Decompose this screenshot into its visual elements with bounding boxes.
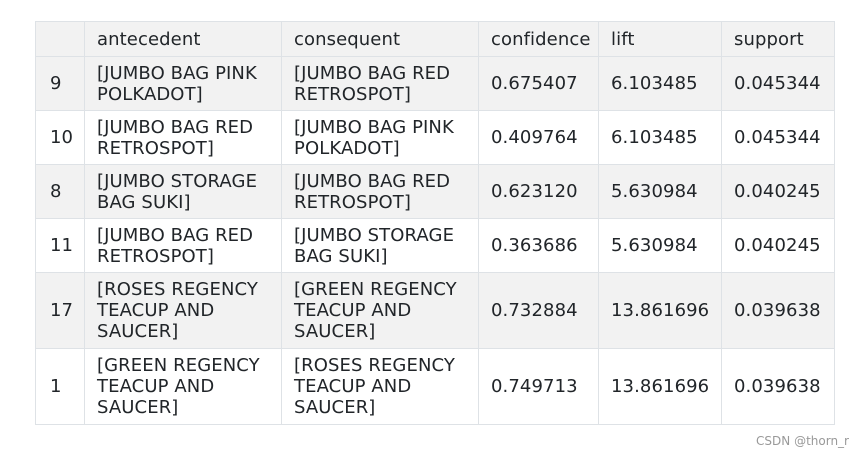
confidence-cell: 0.363686 (478, 218, 599, 273)
consequent-cell: [JUMBO BAG RED RETROSPOT] (281, 164, 479, 219)
row-index: 9 (35, 56, 85, 111)
table-row: 8 [JUMBO STORAGE BAG SUKI] [JUMBO BAG RE… (35, 164, 835, 219)
lift-cell: 5.630984 (598, 218, 722, 273)
column-header-index (35, 21, 85, 57)
lift-cell: 13.861696 (598, 348, 722, 425)
consequent-cell: [ROSES REGENCY TEACUP AND SAUCER] (281, 348, 479, 425)
support-cell: 0.045344 (721, 110, 835, 165)
consequent-cell: [GREEN REGENCY TEACUP AND SAUCER] (281, 272, 479, 349)
confidence-cell: 0.623120 (478, 164, 599, 219)
lift-cell: 6.103485 (598, 56, 722, 111)
support-cell: 0.040245 (721, 164, 835, 219)
column-header-confidence: confidence (478, 21, 599, 57)
header-row: antecedent consequent confidence lift su… (35, 21, 835, 57)
confidence-cell: 0.409764 (478, 110, 599, 165)
table-row: 9 [JUMBO BAG PINK POLKADOT] [JUMBO BAG R… (35, 56, 835, 111)
confidence-cell: 0.675407 (478, 56, 599, 111)
table-header: antecedent consequent confidence lift su… (35, 21, 835, 57)
consequent-cell: [JUMBO BAG RED RETROSPOT] (281, 56, 479, 111)
antecedent-cell: [JUMBO BAG RED RETROSPOT] (84, 218, 282, 273)
table-row: 10 [JUMBO BAG RED RETROSPOT] [JUMBO BAG … (35, 110, 835, 165)
support-cell: 0.039638 (721, 348, 835, 425)
consequent-cell: [JUMBO STORAGE BAG SUKI] (281, 218, 479, 273)
confidence-cell: 0.749713 (478, 348, 599, 425)
consequent-cell: [JUMBO BAG PINK POLKADOT] (281, 110, 479, 165)
antecedent-cell: [ROSES REGENCY TEACUP AND SAUCER] (84, 272, 282, 349)
antecedent-cell: [JUMBO STORAGE BAG SUKI] (84, 164, 282, 219)
column-header-consequent: consequent (281, 21, 479, 57)
table-row: 1 [GREEN REGENCY TEACUP AND SAUCER] [ROS… (35, 348, 835, 425)
antecedent-cell: [JUMBO BAG PINK POLKADOT] (84, 56, 282, 111)
row-index: 1 (35, 348, 85, 425)
lift-cell: 6.103485 (598, 110, 722, 165)
lift-cell: 13.861696 (598, 272, 722, 349)
watermark: CSDN @thorn_r (756, 434, 849, 448)
support-cell: 0.039638 (721, 272, 835, 349)
association-rules-table: antecedent consequent confidence lift su… (35, 21, 835, 425)
row-index: 10 (35, 110, 85, 165)
table-body: 9 [JUMBO BAG PINK POLKADOT] [JUMBO BAG R… (35, 56, 835, 425)
table-row: 11 [JUMBO BAG RED RETROSPOT] [JUMBO STOR… (35, 218, 835, 273)
support-cell: 0.040245 (721, 218, 835, 273)
row-index: 17 (35, 272, 85, 349)
column-header-lift: lift (598, 21, 722, 57)
lift-cell: 5.630984 (598, 164, 722, 219)
row-index: 11 (35, 218, 85, 273)
column-header-antecedent: antecedent (84, 21, 282, 57)
column-header-support: support (721, 21, 835, 57)
support-cell: 0.045344 (721, 56, 835, 111)
antecedent-cell: [JUMBO BAG RED RETROSPOT] (84, 110, 282, 165)
table-row: 17 [ROSES REGENCY TEACUP AND SAUCER] [GR… (35, 272, 835, 349)
confidence-cell: 0.732884 (478, 272, 599, 349)
row-index: 8 (35, 164, 85, 219)
antecedent-cell: [GREEN REGENCY TEACUP AND SAUCER] (84, 348, 282, 425)
